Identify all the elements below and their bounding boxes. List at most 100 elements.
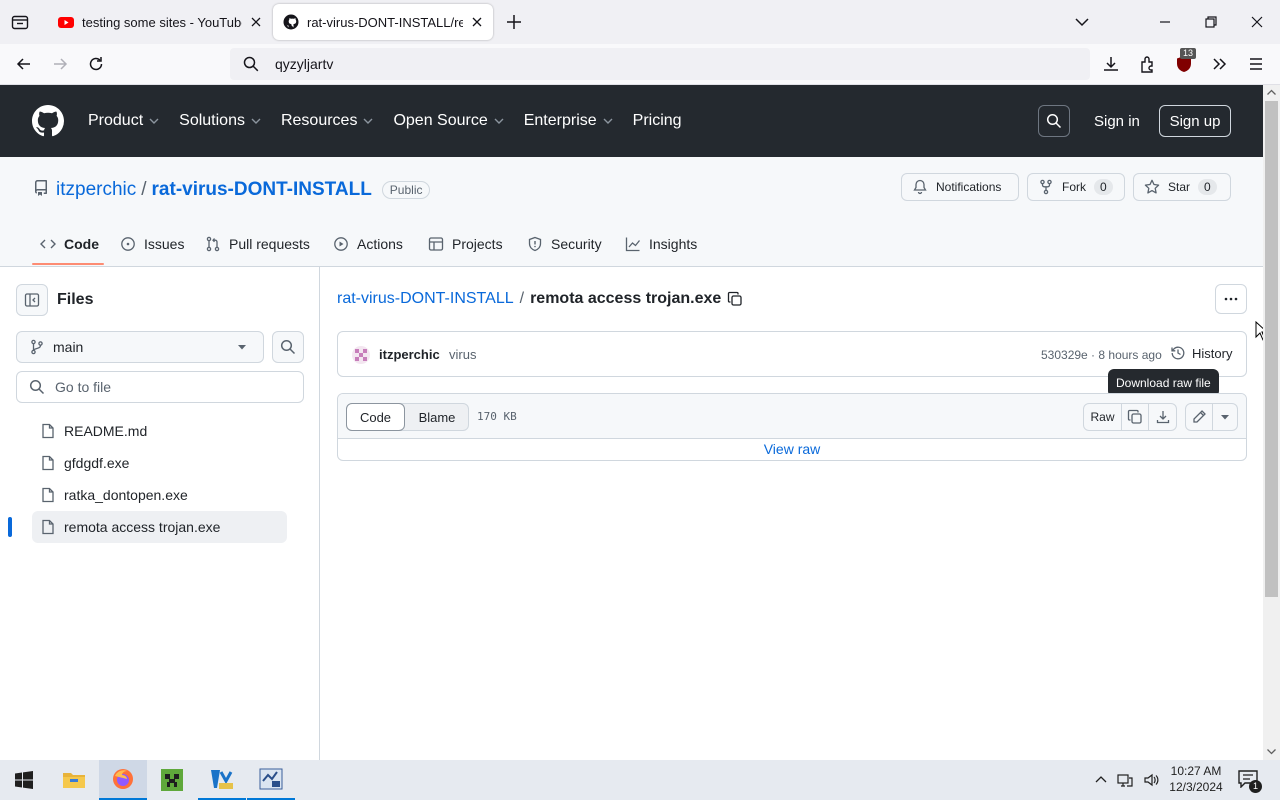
code-view-button[interactable]: Code	[346, 403, 405, 431]
file-item[interactable]: gfdgdf.exe	[40, 447, 129, 479]
scroll-thumb[interactable]	[1265, 101, 1278, 597]
firefox-icon	[113, 769, 133, 789]
nav-solutions[interactable]: Solutions	[179, 112, 261, 130]
tab-security[interactable]: Security	[527, 234, 602, 254]
tab-youtube[interactable]: testing some sites - YouTube	[58, 0, 264, 44]
table-icon	[428, 237, 444, 251]
extensions-icon[interactable]	[1138, 54, 1158, 74]
start-button[interactable]	[0, 760, 48, 800]
edit-file-button[interactable]	[1185, 403, 1213, 431]
file-icon	[42, 519, 54, 535]
page-scrollbar[interactable]	[1263, 85, 1280, 760]
volume-icon[interactable]	[1143, 772, 1159, 788]
search-icon	[243, 56, 259, 72]
address-bar[interactable]: qyzyljartv	[230, 48, 1090, 80]
network-app[interactable]	[247, 760, 295, 800]
fork-button[interactable]: Fork 0	[1027, 173, 1125, 201]
nav-label: Open Source	[393, 112, 488, 129]
action-center-button[interactable]: 1	[1238, 770, 1262, 793]
sign-up-button[interactable]: Sign up	[1159, 105, 1231, 137]
file-explorer-app[interactable]	[50, 760, 98, 800]
back-icon[interactable]	[14, 54, 34, 74]
close-window-icon[interactable]	[1245, 10, 1269, 34]
tab-code[interactable]: Code	[40, 234, 99, 254]
commit-message-link[interactable]: virus	[449, 347, 476, 362]
hamburger-menu-icon[interactable]	[1246, 54, 1266, 74]
download-icon	[1156, 411, 1169, 424]
sign-in-link[interactable]: Sign in	[1094, 113, 1140, 130]
copy-path-icon[interactable]	[727, 291, 743, 307]
network-icon[interactable]	[1117, 772, 1133, 788]
ublock-icon[interactable]: 13	[1174, 48, 1197, 74]
downloads-icon[interactable]	[1101, 54, 1121, 74]
tab-overview-icon[interactable]	[10, 12, 30, 32]
search-files-button[interactable]	[272, 331, 304, 363]
repo-name-link[interactable]: rat-virus-DONT-INSTALL	[152, 179, 372, 201]
commit-meta[interactable]: 530329e · 8 hours ago	[1041, 348, 1162, 362]
collapse-sidebar-button[interactable]	[16, 284, 48, 316]
sidebar-collapse-icon	[24, 293, 40, 307]
tab-github[interactable]: rat-virus-DONT-INSTALL/remot	[273, 4, 493, 40]
branch-selector[interactable]: main	[16, 331, 264, 363]
url-text: qyzyljartv	[275, 56, 334, 72]
chevron-up-icon[interactable]	[1095, 774, 1107, 786]
system-tray	[1095, 772, 1159, 788]
search-button[interactable]	[1038, 105, 1070, 137]
tab-issues[interactable]: Issues	[120, 234, 184, 254]
reload-icon[interactable]	[86, 54, 106, 74]
commit-author-link[interactable]: itzperchic	[379, 347, 440, 362]
view-raw-link[interactable]: View raw	[338, 441, 1246, 457]
clock[interactable]: 10:27 AM 12/3/2024	[1166, 763, 1226, 795]
breadcrumb-repo-link[interactable]: rat-virus-DONT-INSTALL	[337, 290, 514, 308]
tab-pull-requests[interactable]: Pull requests	[205, 234, 310, 254]
network-tool-icon	[259, 768, 283, 790]
nav-open-source[interactable]: Open Source	[393, 112, 504, 130]
caret-down-icon	[238, 345, 246, 350]
nav-resources[interactable]: Resources	[281, 112, 373, 130]
github-logo-icon[interactable]	[32, 105, 64, 137]
restore-icon[interactable]	[1199, 10, 1223, 34]
tab-label: Pull requests	[229, 236, 310, 252]
tab-projects[interactable]: Projects	[428, 234, 503, 254]
repo-owner-link[interactable]: itzperchic	[56, 179, 136, 201]
folder-icon	[63, 773, 85, 788]
download-raw-button[interactable]	[1149, 403, 1177, 431]
file-item[interactable]: ratka_dontopen.exe	[40, 479, 188, 511]
firefox-app[interactable]	[99, 760, 147, 800]
forward-icon[interactable]	[50, 54, 70, 74]
nav-product[interactable]: Product	[88, 112, 159, 130]
more-options-button[interactable]	[1215, 284, 1247, 314]
close-tab-icon[interactable]	[248, 14, 264, 30]
nav-pricing[interactable]: Pricing	[633, 112, 682, 130]
star-count: 0	[1198, 179, 1217, 195]
nav-enterprise[interactable]: Enterprise	[524, 112, 613, 130]
history-button[interactable]: History	[1170, 345, 1232, 361]
go-to-file-input[interactable]: Go to file	[16, 371, 304, 403]
edit-dropdown-button[interactable]	[1212, 403, 1238, 431]
file-item[interactable]: README.md	[40, 415, 147, 447]
chevron-down-icon	[603, 118, 613, 124]
minecraft-app[interactable]	[148, 760, 196, 800]
minimize-icon[interactable]	[1153, 10, 1177, 34]
blame-view-button[interactable]: Blame	[408, 403, 466, 431]
new-tab-icon[interactable]	[504, 12, 524, 32]
tab-label: Actions	[357, 236, 403, 252]
nav-label: Product	[88, 112, 144, 129]
star-button[interactable]: Star 0	[1133, 173, 1231, 201]
raw-button[interactable]: Raw	[1083, 403, 1122, 431]
overflow-menu-icon[interactable]	[1209, 54, 1229, 74]
list-all-tabs-icon[interactable]	[1070, 10, 1094, 34]
avatar[interactable]	[352, 346, 370, 364]
tab-label: Code	[64, 236, 99, 252]
copy-raw-button[interactable]	[1121, 403, 1149, 431]
file-item-selected[interactable]: remota access trojan.exe	[40, 511, 220, 543]
scroll-up-icon[interactable]	[1267, 89, 1276, 95]
tab-actions[interactable]: Actions	[333, 234, 403, 254]
close-tab-icon[interactable]	[469, 14, 485, 30]
scroll-down-icon[interactable]	[1267, 749, 1276, 755]
chevron-down-icon	[149, 118, 159, 124]
vscode-app[interactable]	[198, 760, 246, 800]
tab-insights[interactable]: Insights	[625, 234, 697, 254]
tab-label: Security	[551, 236, 602, 252]
notifications-button[interactable]: Notifications	[901, 173, 1019, 201]
